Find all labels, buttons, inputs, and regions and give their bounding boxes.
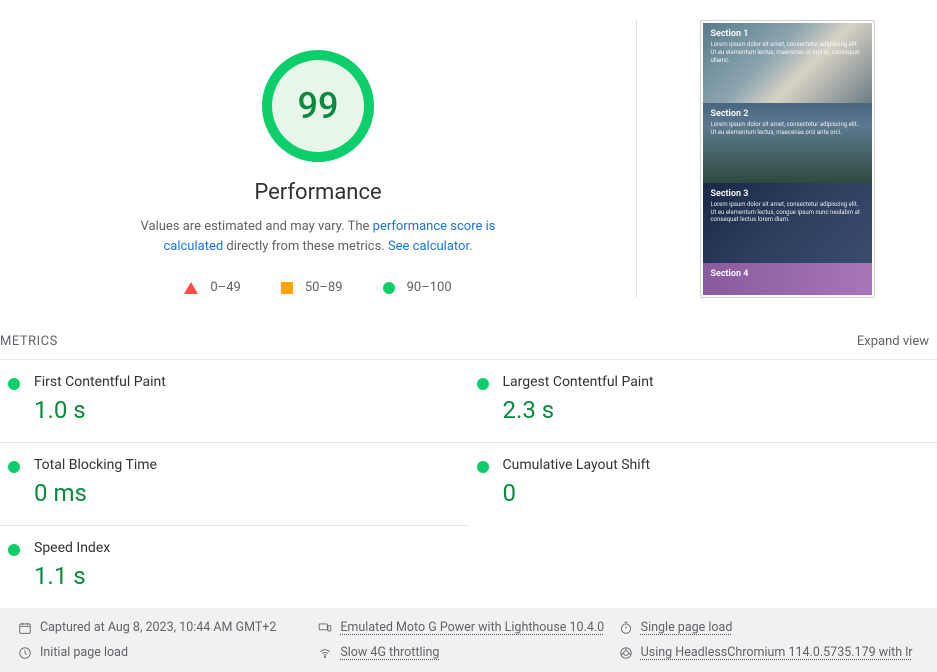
metric-cls[interactable]: Cumulative Layout Shift 0 <box>469 442 937 525</box>
status-dot-icon <box>477 378 489 390</box>
initial-page-load: Initial page load <box>18 645 318 660</box>
metric-si[interactable]: Speed Index 1.1 s <box>0 525 469 608</box>
preview-section-title: Section 1 <box>711 29 864 39</box>
wifi-icon <box>318 646 332 660</box>
performance-description: Values are estimated and may vary. The p… <box>118 217 518 256</box>
status-dot-icon <box>8 378 20 390</box>
preview-section-title: Section 2 <box>711 109 864 119</box>
footer-text: Using HeadlessChromium 114.0.5735.179 wi… <box>641 645 913 660</box>
preview-section: Section 4 <box>703 263 872 295</box>
legend-avg-range: 50–89 <box>305 280 343 295</box>
performance-title: Performance <box>254 180 381 205</box>
metric-label: Speed Index <box>34 540 110 556</box>
footer-text: Emulated Moto G Power with Lighthouse 10… <box>340 620 604 635</box>
devices-icon <box>318 621 332 635</box>
desc-period: . <box>469 239 472 254</box>
clock-icon <box>18 646 32 660</box>
status-dot-icon <box>8 461 20 473</box>
preview-section: Section 3 Lorem ipsum dolor sit amet, co… <box>703 183 872 263</box>
preview-section-title: Section 4 <box>711 269 864 279</box>
environment-footer: Captured at Aug 8, 2023, 10:44 AM GMT+2 … <box>0 608 937 672</box>
square-icon <box>281 282 293 294</box>
legend-pass: 90–100 <box>383 280 452 295</box>
chrome-icon <box>619 646 633 660</box>
browser-version[interactable]: Using HeadlessChromium 114.0.5735.179 wi… <box>619 645 919 660</box>
status-dot-icon <box>8 544 20 556</box>
preview-section-text: Lorem ipsum dolor sit amet, consectetur … <box>711 41 864 64</box>
preview-section-text: Lorem ipsum dolor sit amet, consectetur … <box>711 201 864 224</box>
performance-gauge-panel: 99 Performance Values are estimated and … <box>0 20 637 298</box>
performance-gauge: 99 <box>262 50 374 162</box>
circle-icon <box>383 282 395 294</box>
calendar-icon <box>18 621 32 635</box>
performance-score: 99 <box>298 85 339 127</box>
metric-value: 1.0 s <box>34 396 166 424</box>
preview-section: Section 2 Lorem ipsum dolor sit amet, co… <box>703 103 872 183</box>
metric-value: 1.1 s <box>34 562 110 590</box>
metric-label: First Contentful Paint <box>34 374 166 390</box>
metric-value: 0 <box>503 479 651 507</box>
metric-label: Largest Contentful Paint <box>503 374 654 390</box>
preview-section-title: Section 3 <box>711 189 864 199</box>
triangle-icon <box>184 282 198 294</box>
expand-view-toggle[interactable]: Expand view <box>857 334 929 349</box>
legend-average: 50–89 <box>281 280 343 295</box>
network-throttling[interactable]: Slow 4G throttling <box>318 645 618 660</box>
metrics-grid: First Contentful Paint 1.0 s Largest Con… <box>0 359 937 608</box>
metric-value: 2.3 s <box>503 396 654 424</box>
score-legend: 0–49 50–89 90–100 <box>184 280 451 295</box>
page-screenshot: Section 1 Lorem ipsum dolor sit amet, co… <box>700 20 875 298</box>
footer-text: Initial page load <box>40 645 128 660</box>
status-dot-icon <box>477 461 489 473</box>
legend-pass-range: 90–100 <box>407 280 452 295</box>
preview-section: Section 1 Lorem ipsum dolor sit amet, co… <box>703 23 872 103</box>
calculator-link[interactable]: See calculator <box>388 239 469 254</box>
desc-text-2: directly from these metrics. <box>223 239 388 254</box>
legend-fail: 0–49 <box>184 280 240 295</box>
desc-text: Values are estimated and may vary. The <box>141 219 373 234</box>
footer-text: Captured at Aug 8, 2023, 10:44 AM GMT+2 <box>40 620 276 635</box>
preview-section-text: Lorem ipsum dolor sit amet, consectetur … <box>711 121 864 137</box>
metric-value: 0 ms <box>34 479 157 507</box>
metric-fcp[interactable]: First Contentful Paint 1.0 s <box>0 359 469 442</box>
timer-icon <box>619 621 633 635</box>
metric-tbt[interactable]: Total Blocking Time 0 ms <box>0 442 469 525</box>
footer-text: Slow 4G throttling <box>340 645 439 660</box>
footer-text: Single page load <box>641 620 733 635</box>
device-emulation[interactable]: Emulated Moto G Power with Lighthouse 10… <box>318 620 618 635</box>
legend-fail-range: 0–49 <box>210 280 240 295</box>
screenshot-preview-panel: Section 1 Lorem ipsum dolor sit amet, co… <box>637 20 937 298</box>
captured-time: Captured at Aug 8, 2023, 10:44 AM GMT+2 <box>18 620 318 635</box>
metric-label: Total Blocking Time <box>34 457 157 473</box>
metrics-heading: METRICS <box>0 334 58 349</box>
metric-lcp[interactable]: Largest Contentful Paint 2.3 s <box>469 359 937 442</box>
metric-label: Cumulative Layout Shift <box>503 457 651 473</box>
page-load-type[interactable]: Single page load <box>619 620 919 635</box>
